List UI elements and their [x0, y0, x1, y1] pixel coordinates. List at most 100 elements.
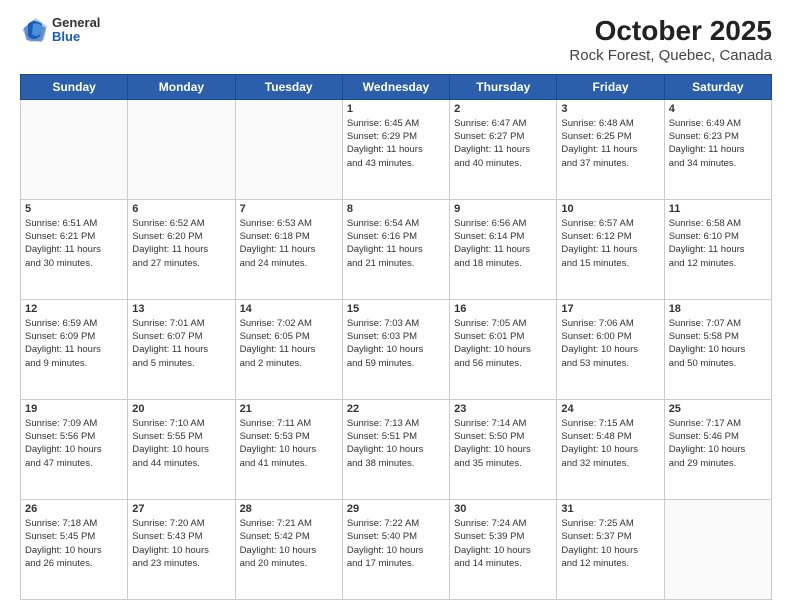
daylight-text: and 18 minutes. [454, 257, 552, 270]
daylight-text: Daylight: 10 hours [669, 343, 767, 356]
day-content: Sunrise: 7:07 AMSunset: 5:58 PMDaylight:… [669, 317, 767, 370]
sunset-text: Sunset: 6:16 PM [347, 230, 445, 243]
sunset-text: Sunset: 6:21 PM [25, 230, 123, 243]
sunrise-text: Sunrise: 7:05 AM [454, 317, 552, 330]
day-number: 29 [347, 503, 445, 515]
sunset-text: Sunset: 6:20 PM [132, 230, 230, 243]
table-row: 12Sunrise: 6:59 AMSunset: 6:09 PMDayligh… [21, 299, 128, 399]
table-row: 7Sunrise: 6:53 AMSunset: 6:18 PMDaylight… [235, 199, 342, 299]
daylight-text: Daylight: 10 hours [240, 443, 338, 456]
sunset-text: Sunset: 6:29 PM [347, 130, 445, 143]
day-content: Sunrise: 7:11 AMSunset: 5:53 PMDaylight:… [240, 417, 338, 470]
sunrise-text: Sunrise: 7:10 AM [132, 417, 230, 430]
day-content: Sunrise: 6:49 AMSunset: 6:23 PMDaylight:… [669, 117, 767, 170]
day-number: 25 [669, 403, 767, 415]
daylight-text: Daylight: 11 hours [454, 243, 552, 256]
day-number: 22 [347, 403, 445, 415]
day-number: 10 [561, 203, 659, 215]
day-content: Sunrise: 6:51 AMSunset: 6:21 PMDaylight:… [25, 217, 123, 270]
table-row: 31Sunrise: 7:25 AMSunset: 5:37 PMDayligh… [557, 499, 664, 599]
daylight-text: and 9 minutes. [25, 357, 123, 370]
daylight-text: Daylight: 11 hours [669, 143, 767, 156]
sunset-text: Sunset: 5:40 PM [347, 530, 445, 543]
sunrise-text: Sunrise: 7:06 AM [561, 317, 659, 330]
sunset-text: Sunset: 5:50 PM [454, 430, 552, 443]
table-row: 6Sunrise: 6:52 AMSunset: 6:20 PMDaylight… [128, 199, 235, 299]
day-content: Sunrise: 7:17 AMSunset: 5:46 PMDaylight:… [669, 417, 767, 470]
col-thursday: Thursday [450, 74, 557, 99]
daylight-text: and 29 minutes. [669, 457, 767, 470]
daylight-text: Daylight: 10 hours [561, 544, 659, 557]
daylight-text: and 17 minutes. [347, 557, 445, 570]
calendar-header-row: Sunday Monday Tuesday Wednesday Thursday… [21, 74, 772, 99]
day-content: Sunrise: 6:56 AMSunset: 6:14 PMDaylight:… [454, 217, 552, 270]
daylight-text: Daylight: 11 hours [25, 343, 123, 356]
sunrise-text: Sunrise: 7:02 AM [240, 317, 338, 330]
day-number: 9 [454, 203, 552, 215]
table-row: 26Sunrise: 7:18 AMSunset: 5:45 PMDayligh… [21, 499, 128, 599]
sunset-text: Sunset: 5:37 PM [561, 530, 659, 543]
daylight-text: and 41 minutes. [240, 457, 338, 470]
daylight-text: and 26 minutes. [25, 557, 123, 570]
day-content: Sunrise: 7:18 AMSunset: 5:45 PMDaylight:… [25, 517, 123, 570]
day-content: Sunrise: 7:13 AMSunset: 5:51 PMDaylight:… [347, 417, 445, 470]
daylight-text: and 24 minutes. [240, 257, 338, 270]
sunrise-text: Sunrise: 7:13 AM [347, 417, 445, 430]
day-content: Sunrise: 6:53 AMSunset: 6:18 PMDaylight:… [240, 217, 338, 270]
daylight-text: and 23 minutes. [132, 557, 230, 570]
sunrise-text: Sunrise: 7:14 AM [454, 417, 552, 430]
calendar-subtitle: Rock Forest, Quebec, Canada [569, 47, 772, 64]
daylight-text: Daylight: 10 hours [25, 544, 123, 557]
table-row: 24Sunrise: 7:15 AMSunset: 5:48 PMDayligh… [557, 399, 664, 499]
sunset-text: Sunset: 5:43 PM [132, 530, 230, 543]
daylight-text: and 2 minutes. [240, 357, 338, 370]
day-number: 16 [454, 303, 552, 315]
daylight-text: Daylight: 10 hours [132, 544, 230, 557]
sunrise-text: Sunrise: 6:47 AM [454, 117, 552, 130]
calendar-table: Sunday Monday Tuesday Wednesday Thursday… [20, 74, 772, 600]
sunrise-text: Sunrise: 7:09 AM [25, 417, 123, 430]
day-content: Sunrise: 7:25 AMSunset: 5:37 PMDaylight:… [561, 517, 659, 570]
sunset-text: Sunset: 5:55 PM [132, 430, 230, 443]
daylight-text: Daylight: 10 hours [561, 343, 659, 356]
daylight-text: and 56 minutes. [454, 357, 552, 370]
daylight-text: Daylight: 11 hours [240, 343, 338, 356]
day-content: Sunrise: 6:48 AMSunset: 6:25 PMDaylight:… [561, 117, 659, 170]
daylight-text: and 40 minutes. [454, 157, 552, 170]
day-number: 3 [561, 103, 659, 115]
sunrise-text: Sunrise: 6:52 AM [132, 217, 230, 230]
day-number: 12 [25, 303, 123, 315]
daylight-text: Daylight: 10 hours [669, 443, 767, 456]
sunset-text: Sunset: 5:39 PM [454, 530, 552, 543]
daylight-text: Daylight: 11 hours [561, 243, 659, 256]
table-row [128, 99, 235, 199]
calendar-week-row: 12Sunrise: 6:59 AMSunset: 6:09 PMDayligh… [21, 299, 772, 399]
table-row: 5Sunrise: 6:51 AMSunset: 6:21 PMDaylight… [21, 199, 128, 299]
sunrise-text: Sunrise: 6:54 AM [347, 217, 445, 230]
sunrise-text: Sunrise: 7:24 AM [454, 517, 552, 530]
sunrise-text: Sunrise: 6:56 AM [454, 217, 552, 230]
daylight-text: Daylight: 11 hours [561, 143, 659, 156]
sunset-text: Sunset: 6:01 PM [454, 330, 552, 343]
daylight-text: Daylight: 10 hours [454, 544, 552, 557]
calendar-week-row: 19Sunrise: 7:09 AMSunset: 5:56 PMDayligh… [21, 399, 772, 499]
sunrise-text: Sunrise: 7:15 AM [561, 417, 659, 430]
day-number: 6 [132, 203, 230, 215]
day-content: Sunrise: 7:15 AMSunset: 5:48 PMDaylight:… [561, 417, 659, 470]
sunrise-text: Sunrise: 6:48 AM [561, 117, 659, 130]
table-row: 20Sunrise: 7:10 AMSunset: 5:55 PMDayligh… [128, 399, 235, 499]
logo-text: General Blue [52, 16, 100, 45]
table-row: 18Sunrise: 7:07 AMSunset: 5:58 PMDayligh… [664, 299, 771, 399]
col-friday: Friday [557, 74, 664, 99]
daylight-text: Daylight: 11 hours [25, 243, 123, 256]
sunrise-text: Sunrise: 7:25 AM [561, 517, 659, 530]
daylight-text: and 21 minutes. [347, 257, 445, 270]
title-block: October 2025 Rock Forest, Quebec, Canada [569, 16, 772, 64]
sunset-text: Sunset: 6:25 PM [561, 130, 659, 143]
daylight-text: Daylight: 10 hours [454, 343, 552, 356]
sunset-text: Sunset: 6:03 PM [347, 330, 445, 343]
sunrise-text: Sunrise: 6:58 AM [669, 217, 767, 230]
day-number: 20 [132, 403, 230, 415]
daylight-text: Daylight: 10 hours [561, 443, 659, 456]
day-number: 27 [132, 503, 230, 515]
